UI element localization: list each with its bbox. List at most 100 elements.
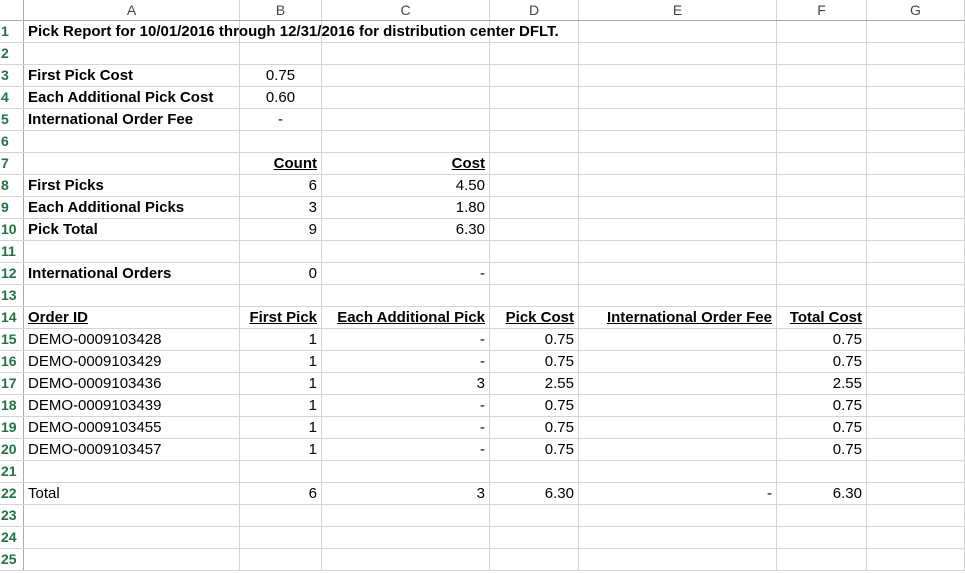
- summary-label[interactable]: Each Additional Picks: [24, 197, 240, 218]
- order-id-cell[interactable]: DEMO-0009103428: [24, 329, 240, 350]
- summary-label[interactable]: Pick Total: [24, 219, 240, 240]
- cell[interactable]: [867, 197, 965, 218]
- cell[interactable]: [579, 65, 777, 86]
- cell[interactable]: [24, 43, 240, 64]
- cell[interactable]: [24, 527, 240, 548]
- cell[interactable]: [490, 197, 579, 218]
- cell[interactable]: [322, 549, 490, 570]
- cell[interactable]: [867, 219, 965, 240]
- row-header[interactable]: 23: [0, 505, 24, 526]
- cell[interactable]: [322, 109, 490, 130]
- cell[interactable]: [867, 153, 965, 174]
- total-additional-pick[interactable]: 3: [322, 483, 490, 504]
- cell[interactable]: [490, 175, 579, 196]
- intl-fee-cell[interactable]: [579, 329, 777, 350]
- cell[interactable]: [24, 241, 240, 262]
- additional-pick-cost-label[interactable]: Each Additional Pick Cost: [24, 87, 240, 108]
- pick-cost-cell[interactable]: 0.75: [490, 351, 579, 372]
- additional-pick-cell[interactable]: -: [322, 417, 490, 438]
- summary-cost[interactable]: 6.30: [322, 219, 490, 240]
- summary-label[interactable]: First Picks: [24, 175, 240, 196]
- column-header-d[interactable]: D: [490, 0, 579, 20]
- cell[interactable]: [867, 263, 965, 284]
- row-header[interactable]: 9: [0, 197, 24, 218]
- cell[interactable]: [777, 263, 867, 284]
- cell[interactable]: [322, 87, 490, 108]
- cell[interactable]: [240, 131, 322, 152]
- column-header-c[interactable]: C: [322, 0, 490, 20]
- pick-cost-cell[interactable]: 2.55: [490, 373, 579, 394]
- cell[interactable]: [579, 549, 777, 570]
- cell[interactable]: [777, 153, 867, 174]
- cell[interactable]: [777, 65, 867, 86]
- first-pick-cell[interactable]: 1: [240, 417, 322, 438]
- cell[interactable]: [240, 241, 322, 262]
- cell[interactable]: [490, 549, 579, 570]
- row-header[interactable]: 24: [0, 527, 24, 548]
- intl-fee-cell[interactable]: [579, 417, 777, 438]
- summary-cost[interactable]: 1.80: [322, 197, 490, 218]
- intl-orders-count[interactable]: 0: [240, 263, 322, 284]
- cell[interactable]: [867, 483, 965, 504]
- column-header-e[interactable]: E: [579, 0, 777, 20]
- row-header[interactable]: 22: [0, 483, 24, 504]
- summary-count[interactable]: 3: [240, 197, 322, 218]
- cell[interactable]: [777, 461, 867, 482]
- cell[interactable]: [322, 505, 490, 526]
- cell[interactable]: [867, 109, 965, 130]
- total-cost-cell[interactable]: 0.75: [777, 351, 867, 372]
- column-header-b[interactable]: B: [240, 0, 322, 20]
- row-header[interactable]: 7: [0, 153, 24, 174]
- intl-orders-label[interactable]: International Orders: [24, 263, 240, 284]
- cell[interactable]: [490, 241, 579, 262]
- total-cost-cell[interactable]: 0.75: [777, 439, 867, 460]
- additional-pick-cell[interactable]: -: [322, 351, 490, 372]
- row-header[interactable]: 15: [0, 329, 24, 350]
- cell[interactable]: [777, 285, 867, 306]
- cell[interactable]: [777, 43, 867, 64]
- pick-cost-cell[interactable]: 0.75: [490, 439, 579, 460]
- cell[interactable]: [579, 505, 777, 526]
- cell[interactable]: [867, 65, 965, 86]
- intl-orders-cost[interactable]: -: [322, 263, 490, 284]
- additional-pick-cost-value[interactable]: 0.60: [240, 87, 322, 108]
- cell[interactable]: [24, 153, 240, 174]
- cell[interactable]: [777, 197, 867, 218]
- row-header[interactable]: 25: [0, 549, 24, 570]
- cell[interactable]: [579, 461, 777, 482]
- cell[interactable]: [490, 109, 579, 130]
- row-header[interactable]: 14: [0, 307, 24, 328]
- additional-pick-cell[interactable]: -: [322, 395, 490, 416]
- cell[interactable]: [490, 263, 579, 284]
- cell[interactable]: [579, 285, 777, 306]
- cell[interactable]: [777, 87, 867, 108]
- row-header[interactable]: 18: [0, 395, 24, 416]
- order-id-header[interactable]: Order ID: [24, 307, 240, 328]
- cell[interactable]: [579, 263, 777, 284]
- cell[interactable]: [24, 505, 240, 526]
- total-first-pick[interactable]: 6: [240, 483, 322, 504]
- cell[interactable]: [490, 43, 579, 64]
- first-pick-cell[interactable]: 1: [240, 439, 322, 460]
- intl-fee-cell[interactable]: [579, 439, 777, 460]
- order-id-cell[interactable]: DEMO-0009103436: [24, 373, 240, 394]
- row-header[interactable]: 8: [0, 175, 24, 196]
- cell[interactable]: [867, 175, 965, 196]
- order-id-cell[interactable]: DEMO-0009103457: [24, 439, 240, 460]
- cell[interactable]: [24, 285, 240, 306]
- additional-pick-cell[interactable]: -: [322, 439, 490, 460]
- cell[interactable]: [490, 285, 579, 306]
- cell[interactable]: [240, 285, 322, 306]
- cell[interactable]: [777, 131, 867, 152]
- cell[interactable]: [322, 285, 490, 306]
- cell[interactable]: [867, 549, 965, 570]
- cell[interactable]: [867, 87, 965, 108]
- column-header-f[interactable]: F: [777, 0, 867, 20]
- pick-cost-cell[interactable]: 0.75: [490, 395, 579, 416]
- cell[interactable]: [490, 131, 579, 152]
- row-header[interactable]: 12: [0, 263, 24, 284]
- cost-header[interactable]: Cost: [322, 153, 490, 174]
- row-header[interactable]: 19: [0, 417, 24, 438]
- order-id-cell[interactable]: DEMO-0009103455: [24, 417, 240, 438]
- first-pick-cell[interactable]: 1: [240, 329, 322, 350]
